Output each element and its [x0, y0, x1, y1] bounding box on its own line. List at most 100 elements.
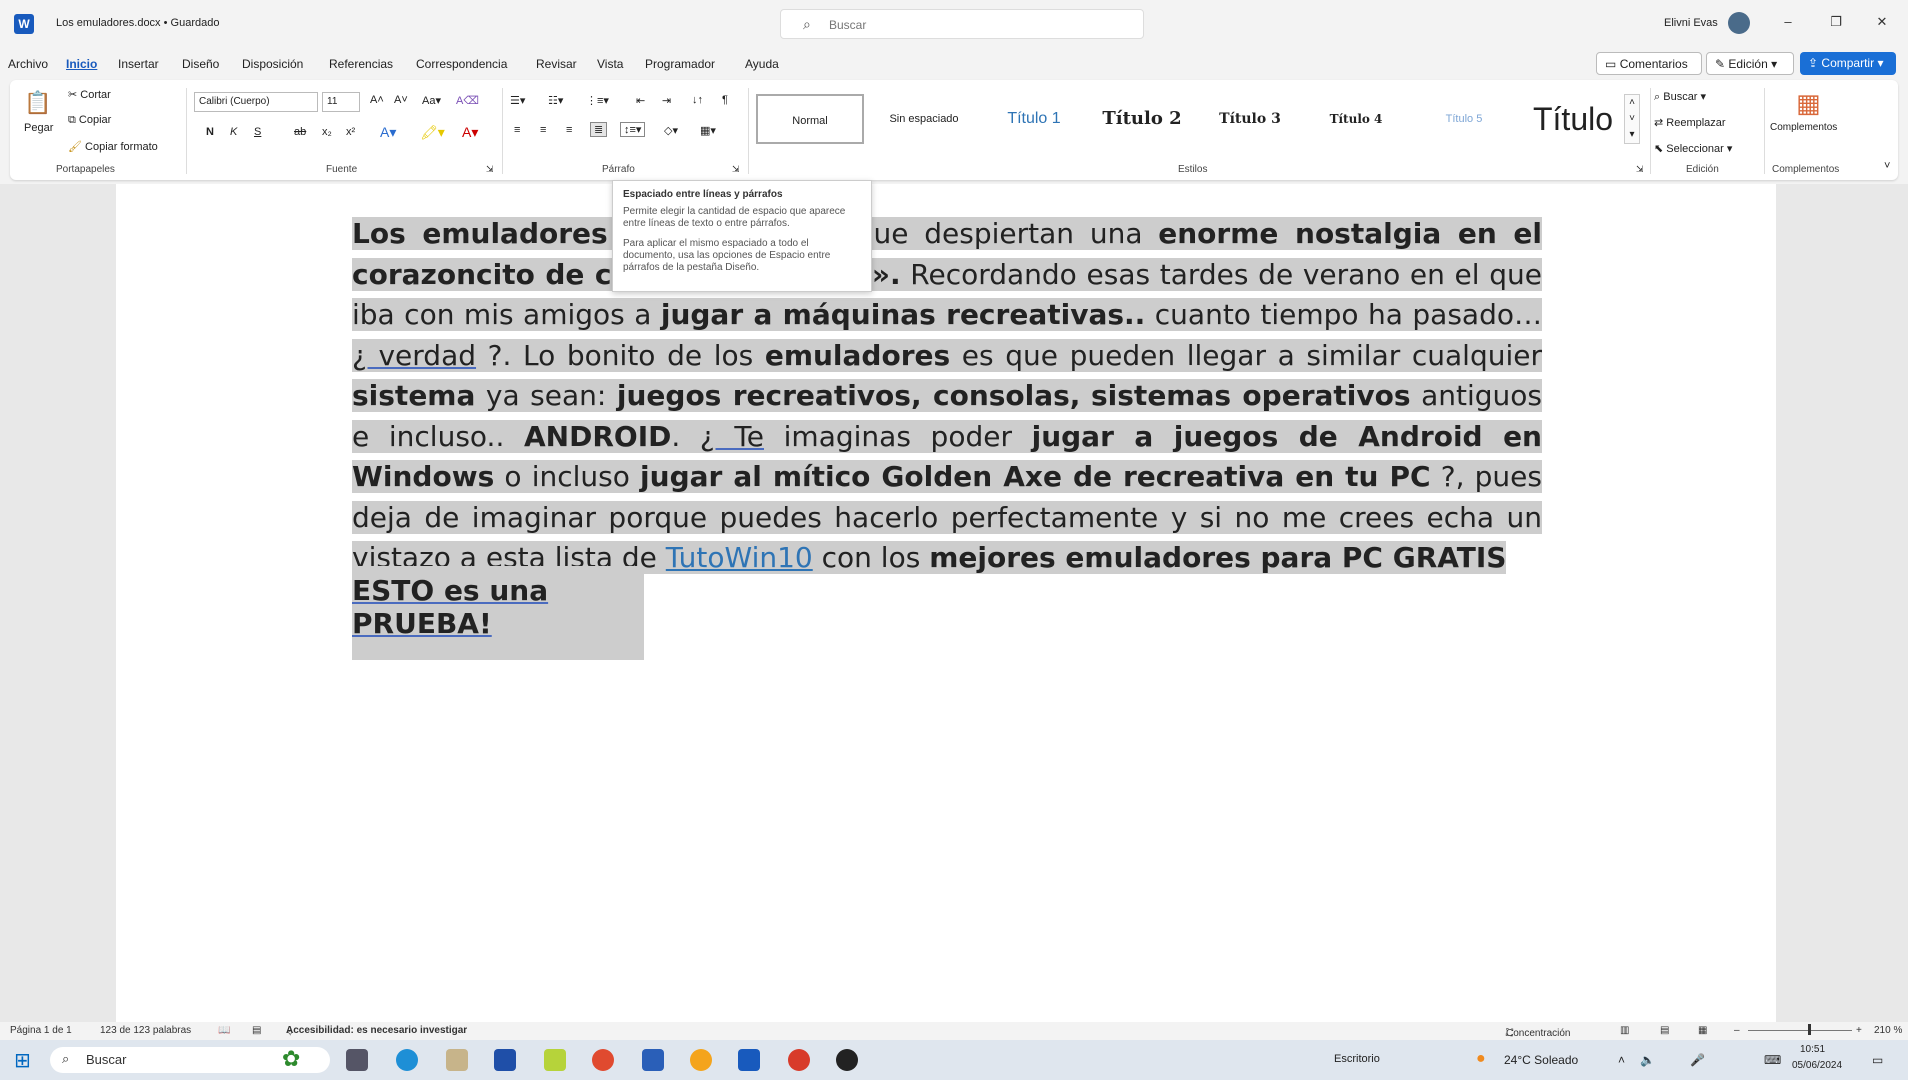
style-normal[interactable]: Normal — [756, 94, 864, 144]
align-left-icon[interactable]: ≡ — [514, 124, 520, 136]
search-input[interactable]: ⌕ Buscar — [780, 9, 1144, 39]
document-title[interactable]: Los emuladores.docx • Guardado — [56, 17, 219, 29]
multilevel-list-icon[interactable]: ⋮≡▾ — [586, 94, 609, 107]
tab-inicio[interactable]: Inicio — [66, 57, 97, 71]
store-icon[interactable] — [494, 1049, 516, 1071]
italic-button[interactable]: K — [230, 126, 237, 138]
chrome-icon[interactable] — [592, 1049, 614, 1071]
app-icon[interactable] — [544, 1049, 566, 1071]
zoom-in-icon[interactable]: + — [1856, 1025, 1862, 1036]
superscript-icon[interactable]: x² — [346, 126, 355, 138]
format-painter-button[interactable]: 🖌 Copiar formato — [68, 140, 158, 153]
zoom-level[interactable]: 210 % — [1874, 1025, 1902, 1036]
task-view-icon[interactable] — [346, 1049, 368, 1071]
paste-button[interactable]: Pegar — [24, 122, 53, 134]
bullets-icon[interactable]: ☰▾ — [510, 94, 525, 107]
grow-font-icon[interactable]: A˄ — [370, 94, 384, 106]
page-count[interactable]: Página 1 de 1 — [10, 1025, 72, 1036]
tab-archivo[interactable]: Archivo — [8, 57, 48, 71]
styles-scroll-icon[interactable]: ˄ ˅ ▾ — [1624, 94, 1640, 144]
chrome-icon[interactable] — [788, 1049, 810, 1071]
minimize-button[interactable]: – — [1778, 14, 1798, 29]
keyboard-icon[interactable]: ⌨ — [1764, 1053, 1781, 1067]
show-formatting-icon[interactable]: ¶ — [722, 94, 728, 106]
cut-button[interactable]: ✂ Cortar — [68, 88, 111, 101]
app-icon[interactable] — [446, 1049, 468, 1071]
tab-diseno[interactable]: Diseño — [182, 57, 219, 71]
clock-time[interactable]: 10:51 — [1800, 1044, 1825, 1055]
decrease-indent-icon[interactable]: ⇤ — [636, 94, 645, 107]
zoom-slider[interactable] — [1748, 1030, 1852, 1031]
font-color-icon[interactable]: A▾ — [462, 124, 478, 141]
numbering-icon[interactable]: ☷▾ — [548, 94, 563, 107]
share-button[interactable]: ⇪ Compartir ▾ — [1800, 52, 1896, 75]
change-case-icon[interactable]: Aa▾ — [422, 94, 441, 107]
avatar[interactable] — [1728, 12, 1750, 34]
paragraph-1[interactable]: Los emuladores son programas que despier… — [352, 214, 1543, 579]
windows-start-icon[interactable]: ⊞ — [14, 1048, 31, 1073]
chevron-up-icon[interactable]: ˄ — [1618, 1053, 1625, 1067]
find-button[interactable]: ⌕ Buscar ▾ — [1654, 90, 1706, 104]
shading-icon[interactable]: ◇▾ — [664, 124, 678, 137]
app-icon[interactable] — [690, 1049, 712, 1071]
tab-insertar[interactable]: Insertar — [118, 57, 159, 71]
proofing-icon[interactable]: 📖 — [218, 1025, 230, 1036]
editing-mode-button[interactable]: ✎ Edición ▾ — [1706, 52, 1794, 75]
restore-button[interactable]: ❐ — [1826, 14, 1846, 30]
track-icon[interactable]: ▤ — [252, 1025, 261, 1036]
justify-icon[interactable]: ≣ — [590, 122, 608, 137]
word-app-icon[interactable]: W — [14, 14, 34, 34]
paragraph-dialog-launcher-icon[interactable]: ⇲ — [732, 164, 740, 175]
increase-indent-icon[interactable]: ⇥ — [662, 94, 671, 107]
collapse-ribbon-icon[interactable]: ˅ — [1884, 160, 1890, 172]
read-mode-icon[interactable]: ▥ — [1620, 1025, 1629, 1036]
close-button[interactable]: ✕ — [1872, 14, 1892, 30]
user-name[interactable]: Elivni Evas — [1664, 17, 1718, 29]
font-size-select[interactable]: 11 — [322, 92, 360, 112]
tab-programador[interactable]: Programador — [645, 57, 715, 71]
zoom-slider-thumb[interactable] — [1808, 1024, 1811, 1035]
replace-button[interactable]: ⇄ Reemplazar — [1654, 116, 1726, 129]
style-heading5[interactable]: Título 5 — [1414, 94, 1514, 144]
document-page[interactable]: Los emuladores son programas que despier… — [116, 184, 1776, 1024]
style-heading3[interactable]: Título 3 — [1200, 94, 1300, 144]
line-spacing-icon[interactable]: ↕≡▾ — [620, 122, 646, 137]
word-count[interactable]: 123 de 123 palabras — [100, 1025, 191, 1036]
copy-button[interactable]: ⧉ Copiar — [68, 114, 111, 127]
style-no-spacing[interactable]: Sin espaciado — [872, 94, 976, 144]
font-family-select[interactable]: Calibri (Cuerpo) — [194, 92, 318, 112]
app-icon[interactable] — [642, 1049, 664, 1071]
tab-correspondencia[interactable]: Correspondencia — [416, 57, 507, 71]
sort-icon[interactable]: ↓↑ — [692, 94, 703, 106]
paragraph-2[interactable]: ESTO es una PRUEBA! — [352, 566, 644, 660]
accessibility-status[interactable]: ✧ Accesibilidad: es necesario investigar — [286, 1025, 467, 1039]
select-button[interactable]: ⬉ Seleccionar ▾ — [1654, 142, 1732, 155]
style-title[interactable]: Título — [1518, 94, 1628, 144]
styles-dialog-launcher-icon[interactable]: ⇲ — [1636, 164, 1644, 175]
style-heading1[interactable]: Título 1 — [986, 94, 1082, 144]
web-layout-icon[interactable]: ▦ — [1698, 1025, 1707, 1036]
tab-ayuda[interactable]: Ayuda — [745, 57, 779, 71]
underline-button[interactable]: S — [254, 126, 261, 138]
weather-status[interactable]: 24°C Soleado — [1504, 1053, 1578, 1067]
addins-button[interactable]: Complementos — [1770, 122, 1837, 133]
style-heading4[interactable]: Título 4 — [1306, 94, 1406, 144]
tab-referencias[interactable]: Referencias — [329, 57, 393, 71]
text-effects-icon[interactable]: A▾ — [380, 124, 396, 141]
bold-button[interactable]: N — [206, 126, 214, 138]
subscript-icon[interactable]: x₂ — [322, 126, 332, 138]
style-heading2[interactable]: Título 2 — [1090, 94, 1194, 144]
align-center-icon[interactable]: ≡ — [540, 124, 546, 136]
zoom-out-icon[interactable]: – — [1734, 1025, 1740, 1036]
clear-format-icon[interactable]: A⌫ — [456, 94, 479, 107]
comments-button[interactable]: ▭ Comentarios — [1596, 52, 1702, 75]
borders-icon[interactable]: ▦▾ — [700, 124, 716, 137]
tab-disposicion[interactable]: Disposición — [242, 57, 303, 71]
tab-vista[interactable]: Vista — [597, 57, 623, 71]
desktop-label[interactable]: Escritorio — [1334, 1053, 1380, 1065]
edge-icon[interactable] — [396, 1049, 418, 1071]
highlight-icon[interactable]: 🖍▾ — [420, 124, 445, 141]
font-dialog-launcher-icon[interactable]: ⇲ — [486, 164, 494, 175]
align-right-icon[interactable]: ≡ — [566, 124, 572, 136]
clock-date[interactable]: 05/06/2024 — [1792, 1060, 1842, 1071]
